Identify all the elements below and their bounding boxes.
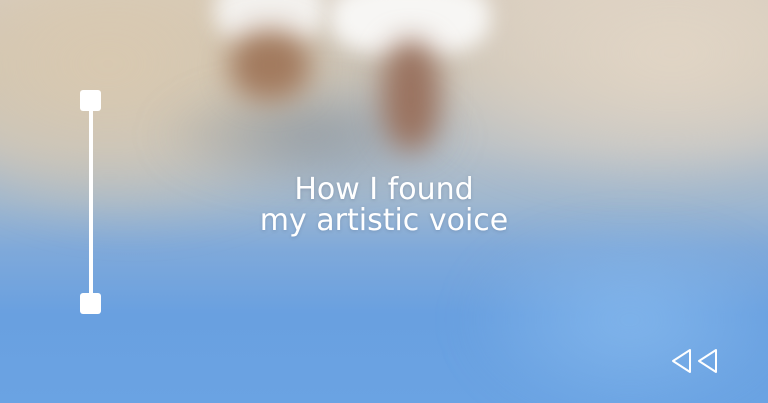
title-line-2: my artistic voice bbox=[259, 203, 509, 238]
background-figure bbox=[230, 30, 310, 100]
rewind-icon bbox=[672, 349, 717, 373]
page-title: How I found my artistic voice bbox=[0, 174, 768, 236]
background-figure bbox=[382, 40, 440, 150]
slider-handle-bottom[interactable] bbox=[80, 293, 101, 314]
background-water bbox=[460, 220, 768, 403]
rewind-button[interactable] bbox=[670, 348, 720, 374]
slider-handle-top[interactable] bbox=[80, 90, 101, 111]
hero-banner: How I found my artistic voice bbox=[0, 0, 768, 403]
title-line-1: How I found bbox=[294, 172, 474, 207]
